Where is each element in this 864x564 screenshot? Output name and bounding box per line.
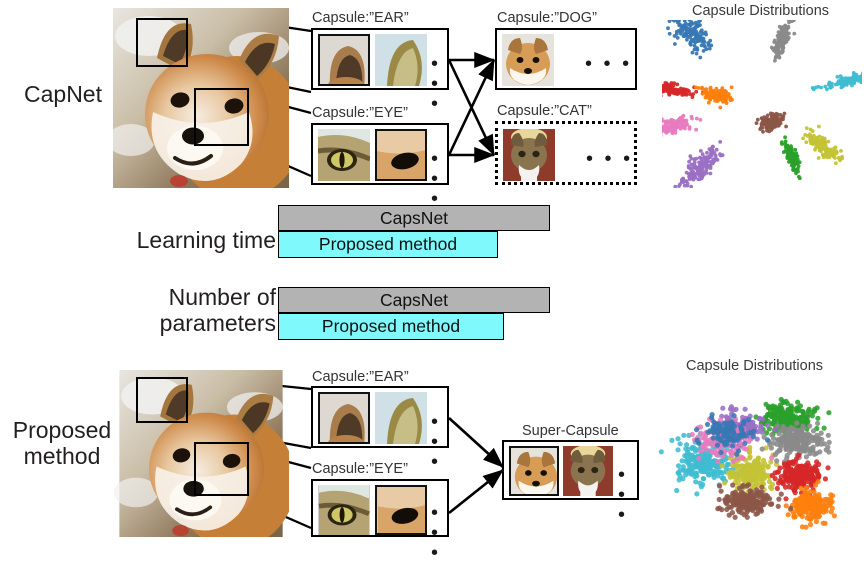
capsule-dog-box[interactable]: • • • — [495, 28, 637, 90]
dog-eye-thumb — [375, 485, 427, 535]
capsule-distribution-scatter-bottom — [655, 378, 864, 537]
cat-ear-thumb — [375, 34, 427, 86]
bar-capsnet-parameters: CapsNet — [278, 287, 550, 313]
cat-face-thumb — [563, 446, 613, 496]
bar-label: CapsNet — [380, 290, 448, 311]
capsule-dog-ellipsis: • • • — [585, 54, 632, 74]
capsule-dog-label: Capsule:”DOG” — [497, 10, 597, 26]
dog-face-thumb — [502, 34, 554, 86]
capsule-eye-box-bottom[interactable]: • • • — [311, 479, 449, 537]
cat-ear-thumb — [375, 392, 427, 444]
super-capsule-ellipsis: • • • — [618, 465, 637, 525]
capsule-ear-label-bottom: Capsule:”EAR” — [312, 369, 409, 385]
roi-eye-top — [194, 88, 249, 146]
capsule-distribution-scatter-top — [662, 20, 862, 188]
dog-ear-thumb — [318, 392, 370, 444]
roi-ear-top — [136, 18, 188, 67]
bar-proposed-learning-time: Proposed method — [278, 231, 498, 258]
capsule-cat-box[interactable]: • • • — [495, 121, 637, 185]
capsule-eye-label-bottom: Capsule:”EYE” — [312, 461, 408, 477]
scatter-title-top: Capsule Distributions — [692, 3, 829, 19]
cat-eye-thumb — [318, 485, 370, 535]
bar-label: Proposed method — [322, 316, 460, 337]
row-label-capnet: CapNet — [8, 82, 118, 108]
capsule-cat-label: Capsule:”CAT” — [497, 103, 592, 119]
roi-ear-bottom — [136, 377, 188, 423]
capsule-ear-label-top: Capsule:”EAR” — [312, 10, 409, 26]
bar-category-label-parameters: Number of parameters — [108, 285, 276, 337]
capsule-eye-ellipsis-bottom: • • • — [431, 503, 447, 563]
capsule-eye-label-top: Capsule:”EYE” — [312, 105, 408, 121]
dog-face-thumb — [509, 446, 559, 496]
capsule-eye-ellipsis-top: • • • — [431, 149, 447, 209]
dog-ear-thumb — [318, 34, 370, 86]
capsule-eye-box-top[interactable]: • • • — [311, 123, 449, 185]
super-capsule-label: Super-Capsule — [522, 423, 619, 439]
bar-label: Proposed method — [319, 234, 457, 255]
figure-root: CapNet — [0, 0, 864, 537]
capsule-ear-ellipsis-bottom: • • • — [431, 412, 447, 472]
bar-category-label-learning-time: Learning time — [108, 228, 276, 254]
bar-capsnet-learning-time: CapsNet — [278, 205, 550, 231]
bar-proposed-parameters: Proposed method — [278, 313, 504, 340]
capsule-ear-box-top[interactable]: • • • — [311, 28, 449, 90]
row-label-proposed: Proposed method — [2, 418, 122, 470]
capsule-cat-ellipsis: • • • — [586, 149, 633, 169]
bar-label: CapsNet — [380, 208, 448, 229]
super-capsule-box[interactable]: • • • — [502, 440, 639, 500]
scatter-title-bottom: Capsule Distributions — [686, 358, 823, 374]
capsule-ear-ellipsis-top: • • • — [431, 54, 447, 114]
roi-eye-bottom — [194, 442, 249, 496]
dog-eye-thumb — [375, 129, 427, 181]
capsule-ear-box-bottom[interactable]: • • • — [311, 386, 449, 448]
cat-face-thumb — [503, 129, 555, 181]
cat-eye-thumb — [318, 129, 370, 181]
